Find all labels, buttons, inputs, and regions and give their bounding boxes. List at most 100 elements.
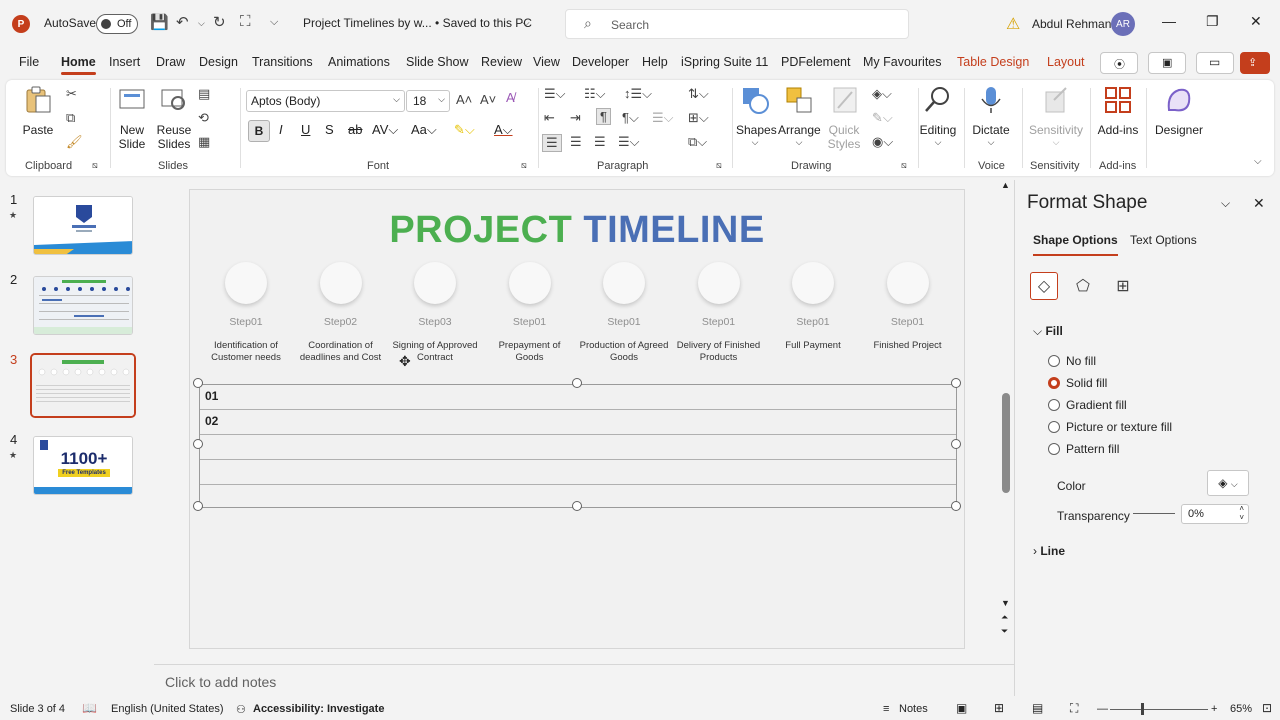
timeline-table[interactable]: 01 02 (199, 384, 957, 508)
table-row[interactable]: 01 (200, 385, 956, 410)
decrease-indent-icon[interactable]: ⇤ (544, 110, 555, 126)
size-properties-icon[interactable]: ⊞ (1109, 272, 1137, 300)
align-right-icon[interactable]: ☰ (594, 134, 606, 150)
step-label[interactable]: Step01 (584, 316, 664, 328)
paragraph-launcher-icon[interactable]: ⧅ (716, 160, 722, 171)
step-label[interactable]: Step01 (490, 316, 570, 328)
previous-slide-icon[interactable]: ⏶ (1001, 612, 1008, 623)
user-name[interactable]: Abdul Rehman (1032, 17, 1111, 31)
color-picker-button[interactable]: ◈ ⌵ (1207, 470, 1249, 496)
title-chevron-down-icon[interactable]: ⌵ (522, 18, 530, 29)
customize-qat-icon[interactable]: ⌵ (270, 16, 278, 29)
sensitivity-button[interactable]: Sensitivity ⌵ (1028, 84, 1084, 148)
font-name-select[interactable]: Aptos (Body) ⌵ (246, 90, 405, 112)
slide-3[interactable]: PROJECT TIMELINE Step01 Identification of… (189, 189, 965, 649)
tab-home[interactable]: Home (61, 55, 96, 75)
shape-effects-icon[interactable]: ◉⌵ (872, 134, 893, 150)
table-row[interactable] (200, 460, 956, 485)
tab-help[interactable]: Help (642, 55, 668, 69)
italic-button[interactable]: I (279, 122, 283, 137)
ltr-icon[interactable]: ¶⌵ (622, 110, 639, 126)
align-center-icon[interactable]: ☰ (570, 134, 582, 150)
pane-options-chevron-icon[interactable]: ⌵ (1221, 196, 1230, 211)
step-description[interactable]: Full Payment (768, 340, 858, 352)
search-box[interactable]: ⌕ Search (565, 9, 909, 39)
tab-ispring[interactable]: iSpring Suite 11 (681, 55, 768, 69)
slide-sorter-icon[interactable]: ⊞ (994, 701, 1004, 715)
step-label[interactable]: Step01 (679, 316, 759, 328)
tab-table-design[interactable]: Table Design (957, 55, 1029, 69)
fit-slide-icon[interactable]: ⊡ (1262, 701, 1272, 715)
decrease-font-icon[interactable]: A˅ (480, 92, 496, 107)
step-label[interactable]: Step02 (301, 316, 381, 328)
step-description[interactable]: Delivery of Finished Products (674, 340, 764, 364)
numbering-icon[interactable]: ☷⌵ (584, 86, 606, 102)
shape-outline-icon[interactable]: ✎⌵ (872, 110, 893, 126)
step-label[interactable]: Step03 (395, 316, 475, 328)
text-direction-icon[interactable]: ⇅⌵ (688, 86, 709, 102)
step-label[interactable]: Step01 (773, 316, 853, 328)
notes-area[interactable]: Click to add notes (154, 664, 1014, 696)
drawing-launcher-icon[interactable]: ⧅ (901, 160, 907, 171)
present-icon[interactable]: ⛶ (240, 13, 251, 30)
font-color-icon[interactable]: A⌵ (494, 122, 513, 138)
close-icon[interactable]: ✕ (1250, 13, 1262, 30)
tab-view[interactable]: View (533, 55, 560, 69)
share-button[interactable]: ⇪ (1240, 52, 1270, 74)
slide-counter[interactable]: Slide 3 of 4 (10, 703, 65, 715)
language-status[interactable]: English (United States) (111, 703, 224, 715)
resize-handle-top-left[interactable] (193, 378, 203, 388)
normal-view-icon[interactable]: ▣ (956, 701, 967, 715)
step-circle[interactable] (225, 262, 267, 304)
step-description[interactable]: Identification of Customer needs (201, 340, 291, 364)
slide-title[interactable]: PROJECT TIMELINE (190, 209, 964, 252)
justify-icon[interactable]: ☰⌵ (618, 134, 640, 150)
table-row[interactable]: 02 (200, 410, 956, 435)
zoom-level[interactable]: 65% (1230, 703, 1252, 715)
step-label[interactable]: Step01 (206, 316, 286, 328)
fill-option-gradient-fill[interactable]: Gradient fill (1048, 398, 1127, 412)
warning-icon[interactable]: ⚠ (1006, 14, 1020, 34)
radio-button[interactable] (1048, 377, 1060, 389)
scroll-down-icon[interactable]: ▼ (1001, 598, 1010, 608)
line-spacing-icon[interactable]: ↕☰⌵ (624, 86, 652, 102)
dictate-button[interactable]: Dictate ⌵ (970, 84, 1012, 148)
slide-thumbnail-2[interactable] (33, 276, 133, 335)
transparency-slider[interactable] (1133, 513, 1175, 514)
record-button[interactable]: ⦿ (1100, 52, 1138, 74)
redo-icon[interactable]: ↻ (213, 13, 226, 31)
next-slide-icon[interactable]: ⏷ (1001, 626, 1008, 637)
avatar[interactable]: AR (1111, 12, 1135, 36)
align-text-icon[interactable]: ⊞⌵ (688, 110, 709, 126)
clear-formatting-icon[interactable]: A̸ (506, 90, 515, 105)
tab-my-favourites[interactable]: My Favourites (863, 55, 942, 69)
tab-design[interactable]: Design (199, 55, 238, 69)
document-title[interactable]: Project Timelines by w... • Saved to thi… (303, 16, 532, 30)
notes-toggle[interactable]: Notes (899, 703, 928, 715)
canvas-scrollbar[interactable]: ▲ ▼ ⏶ ⏷ (999, 180, 1013, 640)
scrollbar-thumb[interactable] (1002, 393, 1010, 493)
fill-option-no-fill[interactable]: No fill (1048, 354, 1096, 368)
copy-icon[interactable]: ⧉ (66, 110, 75, 126)
reading-view-icon[interactable]: ▤ (1032, 701, 1043, 715)
new-slide-button[interactable]: New Slide (114, 84, 150, 151)
tab-review[interactable]: Review (481, 55, 522, 69)
line-section-header[interactable]: › Line (1033, 544, 1065, 558)
increase-font-icon[interactable]: A˄ (456, 92, 472, 107)
pane-close-icon[interactable]: ✕ (1253, 195, 1265, 212)
effects-icon[interactable]: ⬠ (1069, 272, 1097, 300)
tab-transitions[interactable]: Transitions (252, 55, 313, 69)
comments-button[interactable]: ▭ (1196, 52, 1234, 74)
step-description[interactable]: Prepayment of Goods (485, 340, 575, 364)
teams-share-button[interactable]: ▣ (1148, 52, 1186, 74)
change-case-button[interactable]: Aa⌵ (411, 122, 437, 138)
fill-section-header[interactable]: ⌵ Fill (1033, 324, 1063, 339)
tab-layout[interactable]: Layout (1047, 55, 1085, 69)
resize-handle-bottom-left[interactable] (193, 501, 203, 511)
paste-button[interactable]: Paste (20, 84, 56, 137)
fill-option-pattern-fill[interactable]: Pattern fill (1048, 442, 1119, 456)
resize-handle-left[interactable] (193, 439, 203, 449)
reuse-slides-button[interactable]: Reuse Slides (154, 84, 194, 151)
tab-text-options[interactable]: Text Options (1130, 233, 1197, 247)
clipboard-launcher-icon[interactable]: ⧅ (92, 160, 98, 171)
